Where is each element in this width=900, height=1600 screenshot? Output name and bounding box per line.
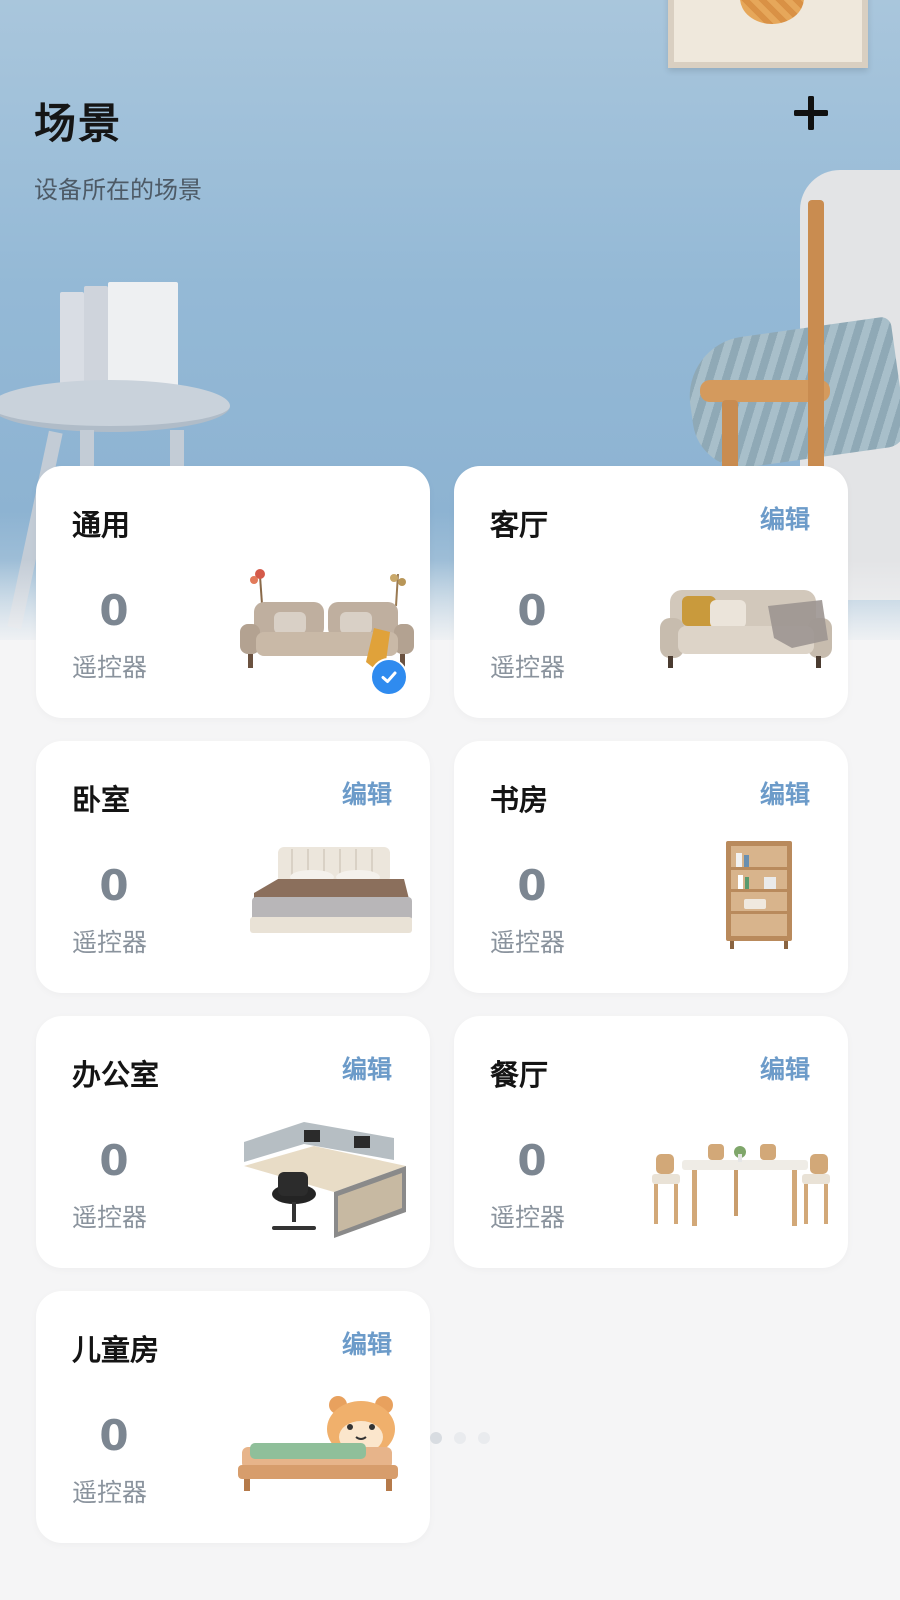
scene-card-dining-room[interactable]: 餐厅 编辑 0 遥控器 bbox=[454, 1016, 848, 1268]
wall-picture bbox=[668, 0, 868, 68]
scene-name: 客厅 bbox=[490, 508, 549, 542]
scene-card-kids-room[interactable]: 儿童房 编辑 0 遥控器 bbox=[36, 1291, 430, 1543]
dining-table-icon bbox=[652, 1144, 830, 1226]
scene-name: 书房 bbox=[490, 783, 549, 817]
device-count: 0 bbox=[99, 586, 129, 635]
page-dot bbox=[454, 1432, 466, 1444]
bed-icon bbox=[250, 847, 412, 933]
plus-icon bbox=[794, 96, 828, 130]
edit-button[interactable]: 编辑 bbox=[760, 775, 810, 811]
device-unit: 遥控器 bbox=[72, 928, 148, 957]
office-desk-icon bbox=[244, 1122, 406, 1238]
page-dot bbox=[430, 1432, 442, 1444]
edit-button[interactable]: 编辑 bbox=[342, 1050, 392, 1086]
device-count: 0 bbox=[99, 861, 129, 910]
edit-button[interactable]: 编辑 bbox=[342, 775, 392, 811]
page-indicator bbox=[430, 1432, 490, 1444]
scene-card-office[interactable]: 办公室 编辑 0 遥控器 bbox=[36, 1016, 430, 1268]
sofa-icon bbox=[660, 590, 832, 668]
device-count: 0 bbox=[99, 1136, 129, 1185]
scene-name: 餐厅 bbox=[490, 1058, 549, 1092]
kids-bed-icon bbox=[238, 1396, 398, 1491]
device-unit: 遥控器 bbox=[72, 1478, 148, 1507]
device-count: 0 bbox=[517, 861, 547, 910]
add-scene-button[interactable] bbox=[786, 88, 836, 138]
page-subtitle: 设备所在的场景 bbox=[34, 176, 202, 204]
bookshelf-icon bbox=[726, 841, 792, 949]
edit-button[interactable]: 编辑 bbox=[342, 1325, 392, 1361]
device-count: 0 bbox=[99, 1411, 129, 1460]
device-count: 0 bbox=[517, 586, 547, 635]
scene-name: 儿童房 bbox=[72, 1333, 160, 1367]
pineapple-art bbox=[740, 0, 804, 24]
edit-button[interactable]: 编辑 bbox=[760, 500, 810, 536]
edit-button[interactable]: 编辑 bbox=[760, 1050, 810, 1086]
scene-card-general[interactable]: 通用 0 遥控器 bbox=[36, 466, 430, 718]
device-unit: 遥控器 bbox=[72, 1203, 148, 1232]
device-unit: 遥控器 bbox=[490, 928, 566, 957]
scene-name: 办公室 bbox=[72, 1058, 160, 1092]
page-title: 场景 bbox=[34, 99, 123, 148]
device-count: 0 bbox=[517, 1136, 547, 1185]
scene-card-bedroom[interactable]: 卧室 编辑 0 遥控器 bbox=[36, 741, 430, 993]
scene-name: 卧室 bbox=[72, 783, 131, 817]
selected-check-icon bbox=[370, 658, 408, 696]
device-unit: 遥控器 bbox=[72, 653, 148, 682]
scene-card-study[interactable]: 书房 编辑 0 遥控器 bbox=[454, 741, 848, 993]
device-unit: 遥控器 bbox=[490, 1203, 566, 1232]
scene-card-living-room[interactable]: 客厅 编辑 0 遥控器 bbox=[454, 466, 848, 718]
device-unit: 遥控器 bbox=[490, 653, 566, 682]
side-table bbox=[0, 380, 230, 440]
scene-name: 通用 bbox=[72, 508, 131, 542]
page-dot bbox=[478, 1432, 490, 1444]
